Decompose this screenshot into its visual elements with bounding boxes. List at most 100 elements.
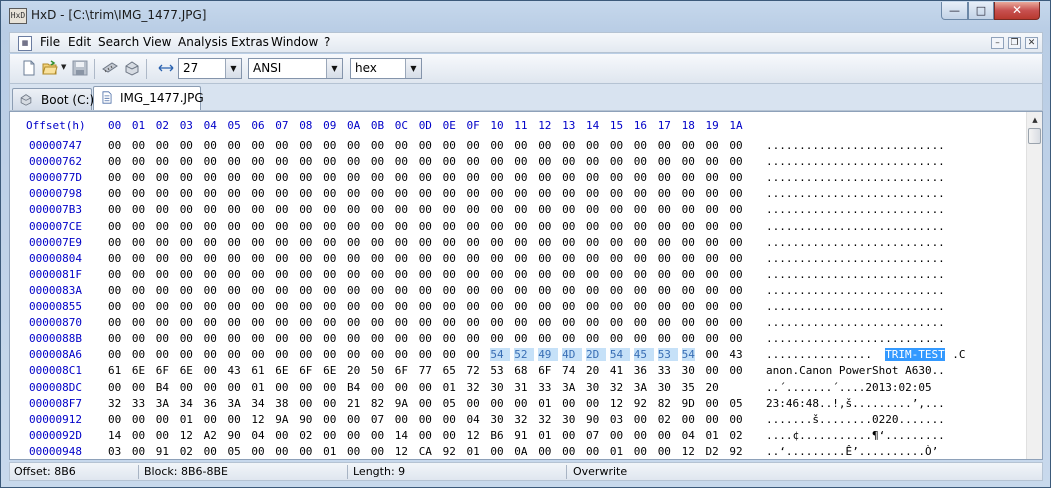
hex-byte[interactable]: 90: [228, 429, 241, 442]
hex-byte[interactable]: 01: [706, 429, 719, 442]
hex-byte[interactable]: 00: [658, 268, 671, 281]
hex-byte[interactable]: 00: [729, 284, 742, 297]
hex-byte[interactable]: 00: [371, 332, 384, 345]
hex-byte[interactable]: 00: [204, 268, 217, 281]
hex-byte[interactable]: 00: [347, 252, 360, 265]
hex-byte[interactable]: 00: [443, 429, 456, 442]
hex-byte[interactable]: 30: [562, 413, 575, 426]
hex-byte[interactable]: 00: [467, 171, 480, 184]
scroll-up-icon[interactable]: ▲: [1028, 113, 1042, 127]
hex-byte[interactable]: 31: [514, 381, 527, 394]
hex-byte[interactable]: 01: [538, 397, 551, 410]
menu-view[interactable]: View: [143, 35, 171, 49]
hex-byte[interactable]: 00: [371, 381, 384, 394]
ram-icon[interactable]: [102, 60, 118, 76]
hex-byte[interactable]: 00: [323, 203, 336, 216]
hex-byte[interactable]: 00: [323, 332, 336, 345]
ascii-text[interactable]: ...........................: [766, 316, 945, 329]
hex-byte[interactable]: 00: [490, 445, 503, 458]
hex-byte[interactable]: 12: [610, 397, 623, 410]
chevron-down-icon[interactable]: ▼: [405, 59, 421, 78]
ascii-text[interactable]: ...........................: [766, 332, 945, 345]
hex-byte[interactable]: 6E: [275, 364, 288, 377]
hex-byte[interactable]: 00: [347, 220, 360, 233]
ascii-text[interactable]: ...........................: [766, 187, 945, 200]
hex-byte[interactable]: 00: [228, 413, 241, 426]
hex-byte[interactable]: 00: [467, 220, 480, 233]
hex-byte[interactable]: 00: [419, 397, 432, 410]
hex-byte[interactable]: 43: [729, 348, 742, 361]
hex-byte[interactable]: 02: [658, 413, 671, 426]
hex-byte[interactable]: B6: [490, 429, 503, 442]
hex-byte[interactable]: 00: [132, 413, 145, 426]
hex-byte[interactable]: 00: [395, 284, 408, 297]
bytes-per-row-combo[interactable]: 27 ▼: [178, 58, 242, 79]
hex-byte[interactable]: 00: [419, 139, 432, 152]
menu-extras[interactable]: Extras: [231, 35, 269, 49]
hex-byte[interactable]: 92: [729, 445, 742, 458]
hex-byte[interactable]: 00: [682, 236, 695, 249]
hex-byte[interactable]: 2D: [586, 348, 606, 362]
hex-byte[interactable]: 00: [323, 268, 336, 281]
hex-byte[interactable]: 00: [180, 252, 193, 265]
hex-byte[interactable]: 00: [634, 268, 647, 281]
hex-byte[interactable]: 00: [490, 397, 503, 410]
hex-byte[interactable]: 00: [299, 300, 312, 313]
hex-byte[interactable]: 00: [371, 284, 384, 297]
hex-byte[interactable]: 00: [562, 236, 575, 249]
hex-byte[interactable]: 00: [658, 252, 671, 265]
hex-byte[interactable]: 00: [156, 300, 169, 313]
hex-byte[interactable]: 00: [538, 300, 551, 313]
hex-byte[interactable]: 12: [395, 445, 408, 458]
hex-byte[interactable]: 00: [658, 187, 671, 200]
hex-byte[interactable]: 00: [275, 381, 288, 394]
hex-byte[interactable]: 00: [347, 268, 360, 281]
hex-byte[interactable]: 00: [538, 445, 551, 458]
hex-byte[interactable]: 00: [610, 252, 623, 265]
hex-byte[interactable]: 00: [634, 252, 647, 265]
hex-byte[interactable]: 53: [657, 348, 678, 362]
hex-byte[interactable]: 00: [204, 348, 217, 361]
hex-byte[interactable]: 00: [514, 187, 527, 200]
hex-byte[interactable]: 00: [299, 236, 312, 249]
hex-byte[interactable]: 00: [706, 364, 719, 377]
hex-byte[interactable]: 00: [729, 364, 742, 377]
hex-byte[interactable]: 07: [586, 429, 599, 442]
ascii-text[interactable]: ...........................: [766, 220, 945, 233]
hex-byte[interactable]: 52: [514, 348, 535, 362]
hex-byte[interactable]: 00: [706, 348, 719, 361]
hex-byte[interactable]: 00: [228, 268, 241, 281]
tab-img-1477[interactable]: IMG_1477.JPG: [93, 86, 204, 110]
hex-byte[interactable]: 32: [514, 413, 527, 426]
hex-byte[interactable]: 36: [204, 397, 217, 410]
hex-byte[interactable]: 00: [132, 316, 145, 329]
hex-byte[interactable]: 00: [490, 187, 503, 200]
menu-search[interactable]: Search: [98, 35, 139, 49]
hex-byte[interactable]: 30: [682, 364, 695, 377]
hex-byte[interactable]: 00: [132, 220, 145, 233]
hex-byte[interactable]: 00: [419, 284, 432, 297]
hex-byte[interactable]: 00: [634, 171, 647, 184]
hex-byte[interactable]: 41: [610, 364, 623, 377]
hex-byte[interactable]: 00: [299, 397, 312, 410]
ascii-text[interactable]: ...........................: [766, 300, 945, 313]
hex-byte[interactable]: 12: [180, 429, 193, 442]
hex-byte[interactable]: 00: [443, 316, 456, 329]
hex-byte[interactable]: 00: [706, 171, 719, 184]
hex-byte[interactable]: A2: [204, 429, 217, 442]
hex-byte[interactable]: 00: [586, 203, 599, 216]
hex-byte[interactable]: 00: [490, 268, 503, 281]
hex-byte[interactable]: CA: [419, 445, 432, 458]
menu-analysis[interactable]: Analysis: [178, 35, 227, 49]
hex-byte[interactable]: 00: [299, 284, 312, 297]
hex-byte[interactable]: 00: [706, 139, 719, 152]
hex-byte[interactable]: 00: [729, 155, 742, 168]
save-icon[interactable]: [72, 60, 88, 76]
hex-byte[interactable]: 00: [586, 300, 599, 313]
hex-byte[interactable]: 00: [514, 332, 527, 345]
hex-byte[interactable]: 45: [633, 348, 654, 362]
hex-byte[interactable]: 00: [299, 348, 312, 361]
hex-byte[interactable]: 00: [490, 316, 503, 329]
hex-byte[interactable]: 00: [371, 203, 384, 216]
hex-byte[interactable]: 00: [467, 332, 480, 345]
